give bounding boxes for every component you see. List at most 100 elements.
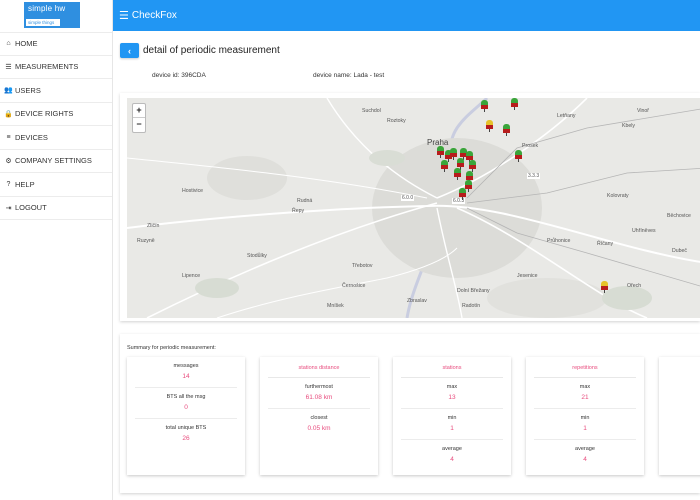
content: ‹ detail of periodic measurement device …: [113, 31, 700, 500]
stat-label: average: [575, 446, 595, 452]
map-place-label: Lipence: [182, 273, 201, 279]
map-marker-icon[interactable]: [459, 188, 466, 200]
map-marker-icon[interactable]: [511, 98, 518, 110]
sidebar-item-help[interactable]: ? HELP: [0, 173, 112, 197]
stat-label: max: [579, 384, 591, 390]
stat-min: min 1: [534, 409, 636, 440]
sidebar-item-home[interactable]: ⌂ HOME: [0, 32, 112, 56]
company-logo[interactable]: simple hw simple things: [24, 2, 80, 28]
zoom-control: + −: [132, 103, 146, 133]
map-place-label: Vinoř: [637, 108, 650, 114]
map-place-label: Letňany: [557, 113, 576, 119]
map-place-label: Říčany: [597, 241, 614, 247]
sidebar-item-label: MEASUREMENTS: [15, 62, 79, 72]
map-marker-icon[interactable]: [465, 180, 472, 192]
sidebar-item-label: DEVICE RIGHTS: [15, 109, 74, 119]
back-button[interactable]: ‹: [120, 43, 139, 58]
map-marker-icon[interactable]: [486, 120, 493, 132]
map-road-label: 3.3.3: [527, 173, 541, 179]
logo-area: simple hw simple things: [0, 0, 112, 31]
stat-value: 4: [450, 456, 454, 463]
stat-closest: closest 0.05 km: [268, 409, 370, 440]
stat-value: 61.08 km: [305, 394, 333, 401]
map[interactable]: + − Zbraslav Dolní Břežany Jesenice Průhoni…: [127, 98, 700, 318]
map-place-label: Kolovraty: [607, 193, 629, 199]
lock-icon: 🔒: [4, 110, 13, 118]
map-place-label: Mníšek: [327, 303, 344, 309]
map-place-label: Ořech: [627, 283, 642, 289]
map-place-label: Běchovice: [667, 213, 691, 219]
stat-value: 4: [583, 456, 587, 463]
repetitions-panel: repetitions max 21 min 1 average 4: [526, 357, 644, 475]
stat-furthermost: furthermost 61.08 km: [268, 378, 370, 409]
sidebar-item-logout[interactable]: ⇥ LOGOUT: [0, 197, 112, 220]
map-marker-icon[interactable]: [437, 146, 444, 158]
panel-header: stations: [401, 357, 503, 378]
map-marker-icon[interactable]: [515, 150, 522, 162]
stat-label: messages: [173, 363, 199, 369]
map-place-label: Suchdol: [362, 108, 381, 114]
map-place-label: Prosek: [522, 143, 539, 149]
map-place-label: Hostivice: [182, 188, 204, 194]
map-place-label: Radotín: [462, 303, 481, 309]
map-place-label: Kbely: [622, 123, 635, 129]
stat-label: max: [446, 384, 458, 390]
device-id: device id: 396CDA: [152, 72, 206, 79]
stat-value: 0: [184, 404, 188, 411]
sidebar-nav: ⌂ HOME ☰ MEASUREMENTS 👥 USERS 🔒 DEVICE RIGHTS ≡ D…: [0, 32, 112, 220]
map-marker-icon[interactable]: [503, 124, 510, 136]
map-place-label: Zbraslav: [407, 298, 427, 304]
map-marker-icon[interactable]: [601, 281, 608, 293]
stat-value: 0.05 km: [307, 425, 331, 432]
sidebar-item-label: DEVICES: [15, 132, 48, 142]
sidebar-item-devices[interactable]: ≡ DEVICES: [0, 126, 112, 150]
map-place-label: Řepy: [292, 208, 305, 214]
stat-unique-bts: total unique BTS 26: [135, 419, 237, 450]
stat-value: 14: [182, 373, 190, 380]
map-place-label: Dolní Břežany: [457, 288, 490, 294]
zoom-in-button[interactable]: +: [133, 104, 145, 118]
stat-average: average 4: [401, 440, 503, 471]
home-icon: ⌂: [6, 40, 11, 48]
map-marker-icon[interactable]: [454, 168, 461, 180]
messages-panel: messages 14 BTS all the msg 0 total uniq…: [127, 357, 245, 475]
sidebar: simple hw simple things ⌂ HOME ☰ MEASUREMEN…: [0, 0, 113, 500]
zoom-out-button[interactable]: −: [133, 118, 145, 132]
gear-icon: ⚙: [5, 157, 12, 165]
map-place-label: Rudná: [297, 198, 313, 204]
map-place-label: Černošice: [342, 283, 366, 289]
sidebar-item-label: USERS: [15, 85, 41, 95]
sidebar-item-label: COMPANY SETTINGS: [15, 156, 92, 166]
map-place-label: Třebotov: [352, 263, 373, 269]
sidebar-item-company-settings[interactable]: ⚙ COMPANY SETTINGS: [0, 150, 112, 173]
map-place-label: Jesenice: [517, 273, 538, 279]
stat-min: min 1: [401, 409, 503, 440]
map-marker-icon[interactable]: [481, 100, 488, 112]
stat-bts-all: BTS all the msg 0: [135, 388, 237, 419]
question-icon: ?: [6, 180, 11, 188]
panel-header: stations distance: [268, 357, 370, 378]
sidebar-item-measurements[interactable]: ☰ MEASUREMENTS: [0, 56, 112, 79]
map-marker-icon[interactable]: [441, 160, 448, 172]
stat-max: max 13: [401, 378, 503, 409]
stat-average: average 4: [534, 440, 636, 471]
map-card: + − Zbraslav Dolní Břežany Jesenice Průhoni…: [120, 93, 700, 321]
stat-label: furthermost: [305, 384, 333, 390]
sidebar-item-device-rights[interactable]: 🔒 DEVICE RIGHTS: [0, 103, 112, 126]
stat-label: average: [442, 446, 462, 452]
page-title: detail of periodic measurement: [143, 45, 280, 56]
map-road-label: 6.0.0: [401, 195, 415, 201]
map-place-label: Dubeč: [672, 248, 687, 254]
menu-icon[interactable]: ☰: [119, 9, 129, 22]
stat-value: 26: [182, 435, 190, 442]
map-place-label: Ruzyně: [137, 238, 155, 244]
panel-header: repetitions: [534, 357, 636, 378]
map-marker-icon[interactable]: [450, 148, 457, 160]
stat-value: 1: [583, 425, 587, 432]
distance-panel: stations distance furthermost 61.08 km c…: [260, 357, 378, 475]
logo-brand: simple hw: [28, 4, 66, 13]
stat-label: BTS all the msg: [166, 394, 206, 400]
sidebar-item-users[interactable]: 👥 USERS: [0, 79, 112, 103]
top-bar: ☰ CheckFox: [113, 0, 700, 31]
sidebar-item-label: HELP: [15, 179, 35, 189]
